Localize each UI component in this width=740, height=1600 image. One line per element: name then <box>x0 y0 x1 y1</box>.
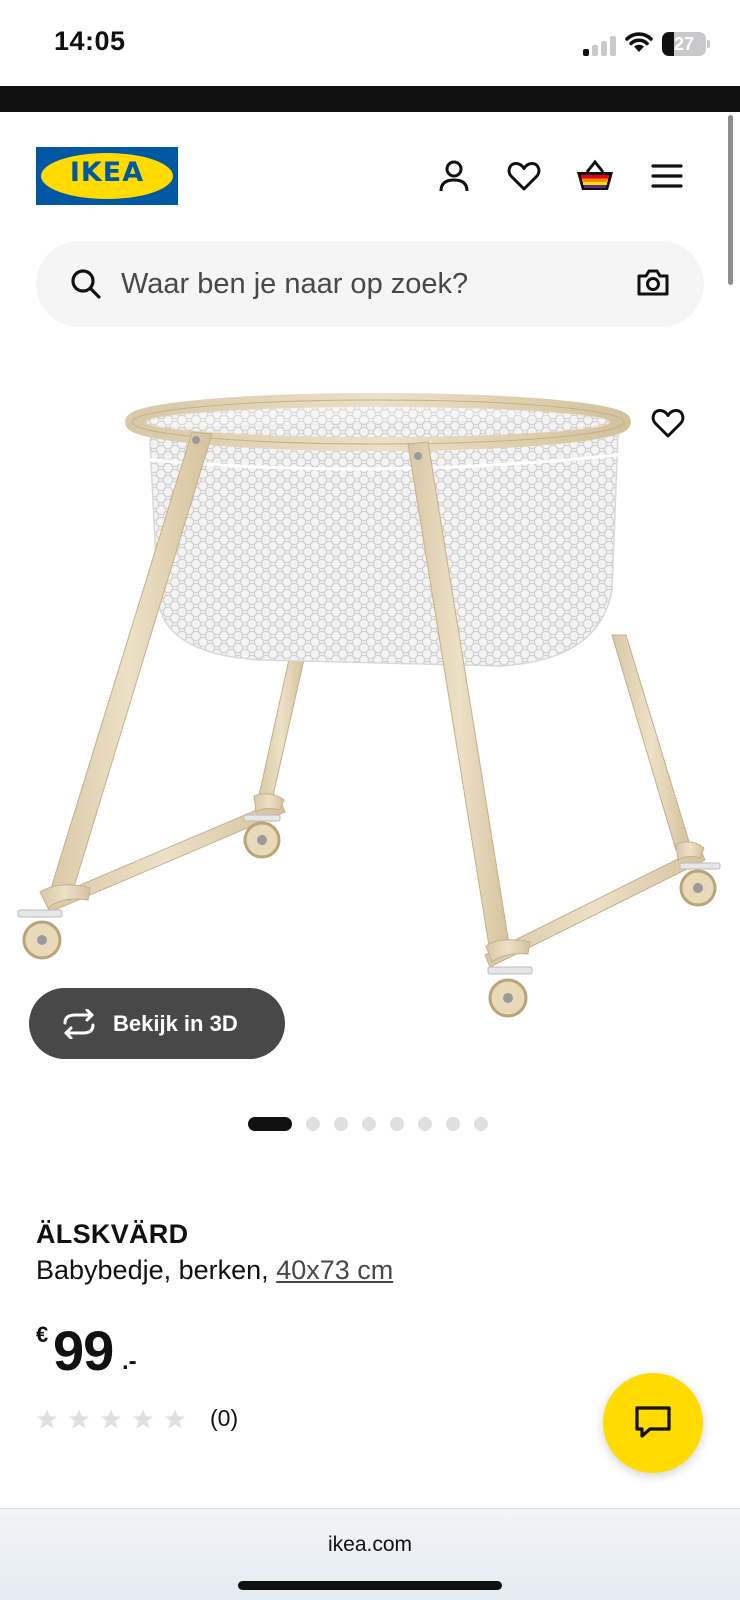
heart-icon[interactable] <box>504 156 544 196</box>
search-bar[interactable] <box>36 241 704 327</box>
add-to-favourites-icon[interactable] <box>647 402 689 444</box>
status-bar: 14:05 27 <box>0 0 740 86</box>
cellular-signal-icon <box>583 34 617 56</box>
price-currency: € <box>36 1322 49 1347</box>
wifi-icon <box>625 32 653 52</box>
star-icon <box>68 1408 90 1428</box>
battery-icon: 27 <box>662 32 706 56</box>
star-icon <box>132 1408 154 1428</box>
carousel-dot[interactable] <box>362 1117 376 1131</box>
battery-level: 27 <box>673 34 695 54</box>
caster-wheel <box>243 814 281 859</box>
url-text[interactable]: ikea.com <box>0 1533 740 1557</box>
page-scrollbar[interactable] <box>728 115 733 285</box>
carousel-dot-active[interactable] <box>248 1117 292 1131</box>
logo-text: IKEA <box>69 157 145 188</box>
hamburger-menu-icon[interactable] <box>647 156 687 196</box>
status-time: 14:05 <box>54 26 126 56</box>
chat-bubble-icon <box>635 1406 671 1438</box>
caster-wheel <box>679 862 721 907</box>
image-carousel-dots <box>248 1116 488 1132</box>
search-input[interactable] <box>121 263 601 305</box>
carousel-dot[interactable] <box>418 1117 432 1131</box>
carousel-dot[interactable] <box>474 1117 488 1131</box>
ikea-logo[interactable]: IKEA <box>36 147 178 205</box>
home-indicator[interactable] <box>238 1581 502 1590</box>
caster-wheel <box>487 966 533 1018</box>
carousel-dot[interactable] <box>390 1117 404 1131</box>
carousel-dot[interactable] <box>334 1117 348 1131</box>
chat-button[interactable] <box>603 1373 703 1473</box>
carousel-dot[interactable] <box>446 1117 460 1131</box>
view-in-3d-button[interactable]: Bekijk in 3D <box>29 988 285 1059</box>
user-icon[interactable] <box>434 156 474 196</box>
caster-wheel <box>17 909 63 960</box>
product-type: Babybedje, berken, <box>36 1255 269 1285</box>
shopping-bag-icon[interactable] <box>575 156 615 196</box>
browser-top-strip <box>0 86 740 112</box>
product-description: Babybedje, berken, 40x73 cm <box>36 1255 393 1286</box>
product-image[interactable] <box>0 360 740 1080</box>
carousel-dot[interactable] <box>306 1117 320 1131</box>
star-icon <box>36 1408 58 1428</box>
rating-count: (0) <box>210 1405 239 1431</box>
camera-icon[interactable] <box>636 267 670 297</box>
search-icon[interactable] <box>70 268 102 300</box>
star-icon <box>164 1408 186 1428</box>
price-decimal: .- <box>122 1348 137 1375</box>
product-size-link[interactable]: 40x73 cm <box>276 1255 393 1285</box>
view-in-3d-label: Bekijk in 3D <box>113 1010 238 1036</box>
price-integer: 99 <box>53 1319 114 1382</box>
rotate-3d-icon <box>63 1008 95 1039</box>
star-icon <box>100 1408 122 1428</box>
battery-tip <box>707 40 710 48</box>
browser-url-bar[interactable]: ikea.com <box>0 1508 740 1600</box>
product-rating[interactable]: (0) <box>36 1405 238 1432</box>
product-name: ÄLSKVÄRD <box>36 1219 189 1249</box>
